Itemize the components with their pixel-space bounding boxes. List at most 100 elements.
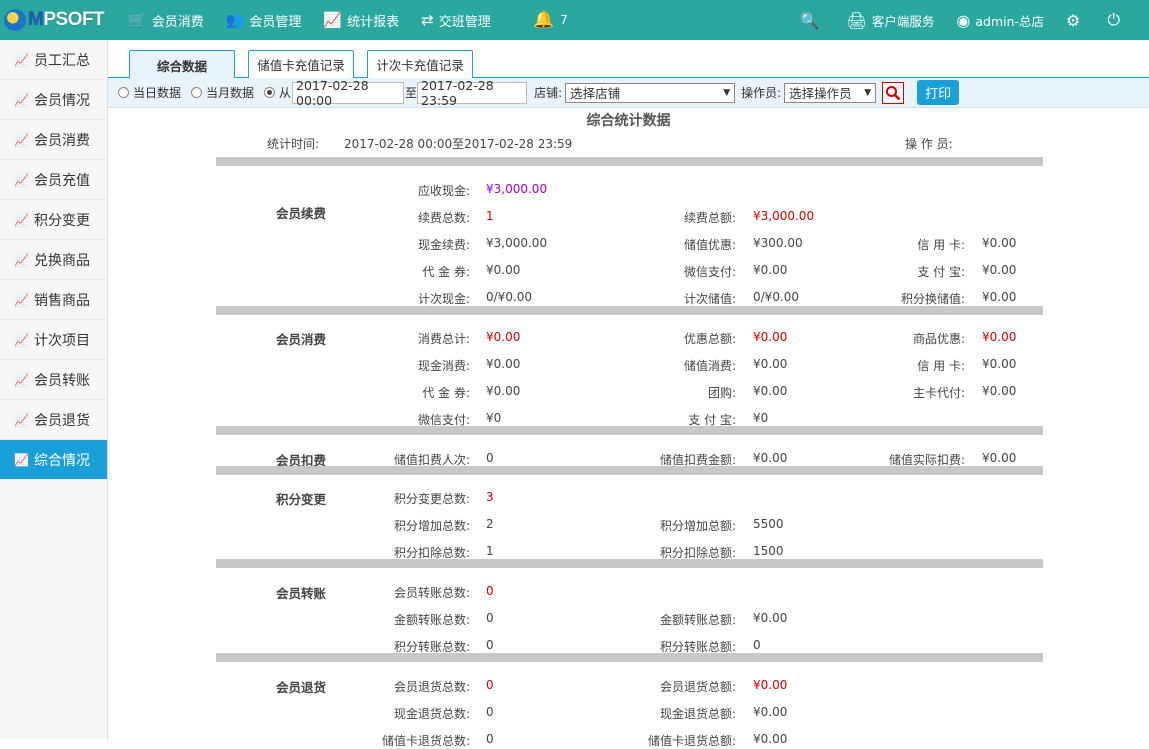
operator-select[interactable]: 选择操作员 ▼ (784, 82, 877, 103)
settings-button[interactable]: ⚙ (1066, 11, 1085, 30)
sidebar-item[interactable]: 📈 计次项目 (0, 320, 107, 360)
bell-icon: 🔔 (533, 10, 555, 30)
sidebar-item[interactable]: 📈 会员退货 (0, 400, 107, 440)
sidebar-item[interactable]: 📈 销售商品 (0, 280, 107, 320)
stat-value: ¥3,000.00 (486, 182, 548, 196)
stat-label: 现金消费: (417, 359, 470, 373)
sidebar-item[interactable]: 📈 兑换商品 (0, 240, 107, 280)
user-menu[interactable]: ◉ admin-总店 (956, 11, 1044, 30)
nav-reports[interactable]: 📈 统计报表 (323, 11, 399, 30)
stat-time-label: 统计时间: (267, 137, 320, 151)
stat-label: 会员退货总数: (393, 680, 470, 694)
section-divider (216, 157, 1043, 166)
stat-value: ¥0.00 (753, 263, 788, 277)
chart-line-icon: 📈 (14, 172, 29, 187)
stat-value: ¥0.00 (982, 290, 1017, 304)
stat-label: 消费总计: (417, 332, 470, 346)
nav-member-consume[interactable]: 🛒 会员消费 (128, 11, 204, 30)
stat-value: ¥0.00 (486, 384, 521, 398)
nav-member-manage[interactable]: 👥 会员管理 (226, 11, 302, 30)
print-button[interactable]: 打印 (917, 80, 960, 105)
stat-label: 积分换储值: (900, 292, 965, 306)
logo-icon (4, 9, 26, 31)
nav-shift[interactable]: ⇄ 交班管理 (421, 11, 491, 30)
radio-dot (191, 87, 203, 98)
stat-label: 储值卡退货总额: (647, 734, 736, 748)
stat-value: ¥3,000.00 (753, 209, 815, 223)
stat-value: ¥0.00 (753, 678, 788, 692)
client-service-link[interactable]: 🖨 客户端服务 (847, 11, 935, 30)
sidebar-item-label: 计次项目 (34, 332, 90, 349)
stat-label: 积分增加总数: (393, 519, 470, 533)
stat-label: 现金退货总额: (659, 707, 736, 721)
tab-count-card-recharge[interactable]: 计次卡充值记录 (367, 50, 473, 78)
sidebar-item[interactable]: 📈 会员充值 (0, 160, 107, 200)
stat-label: 主卡代付: (912, 386, 965, 400)
sidebar-item[interactable]: 📈 员工汇总 (0, 40, 107, 80)
stat-value: 0 (486, 451, 494, 465)
stat-value: ¥0.00 (982, 357, 1017, 371)
stat-label: 储值卡退货总数: (381, 734, 470, 748)
stat-value: ¥0.00 (486, 263, 521, 277)
search-icon (886, 85, 901, 100)
header-tools: 🔍 🖨 客户端服务 ◉ admin-总店 ⚙ ⏻ (800, 0, 1149, 40)
notifications[interactable]: 🔔 7 (533, 0, 568, 40)
chart-line-icon: 📈 (14, 452, 29, 467)
operator-label: 操作员: (741, 86, 782, 100)
user-icon: ◉ (956, 10, 971, 30)
stat-label: 商品优惠: (912, 332, 965, 346)
chart-icon: 📈 (323, 11, 343, 29)
sidebar-item-label: 销售商品 (34, 292, 90, 309)
start-datetime-input[interactable]: 2017-02-28 00:00 (292, 78, 405, 108)
sidebar-item[interactable]: 📈 综合情况 (0, 440, 107, 480)
store-select[interactable]: 选择店铺 ▼ (565, 82, 736, 103)
stat-value: ¥0.00 (753, 330, 788, 344)
stat-value: 5500 (753, 517, 784, 531)
radio-today[interactable]: 当日数据 (118, 84, 181, 101)
stat-value: ¥0 (486, 411, 502, 425)
search-icon: 🔍 (799, 10, 820, 30)
search-button[interactable]: 🔍 (800, 11, 825, 30)
notification-count: 7 (560, 13, 568, 27)
stat-label: 储值消费: (683, 359, 736, 373)
stat-label: 计次现金: (417, 292, 470, 306)
section-divider (216, 306, 1043, 315)
stat-value: ¥0.00 (753, 611, 788, 625)
sidebar-item[interactable]: 📈 会员转账 (0, 360, 107, 400)
stat-value: ¥0 (753, 411, 769, 425)
stat-label: 金额转账总数: (393, 613, 470, 627)
end-datetime-input[interactable]: 2017-02-28 23:59 (417, 78, 528, 108)
stat-label: 积分变更总数: (393, 492, 470, 506)
main-content: 综合数据 储值卡充值记录 计次卡充值记录 当日数据 当月数据 从 2017-02… (108, 40, 1149, 748)
stat-label: 积分增加总额: (659, 519, 736, 533)
brand-logo[interactable]: MPSOFT (4, 7, 105, 33)
top-bar: MPSOFT 🛒 会员消费 👥 会员管理 📈 统计报表 ⇄ 交班管理 🔔 7 🔍 🖨 客户端… (0, 0, 1149, 40)
chevron-down-icon: ▼ (723, 87, 731, 98)
sidebar: 📈 员工汇总 📈 会员情况 📈 会员消费 📈 会员充值 📈 积分变更 📈 兑换商品 📈 销售商品 📈 计次项目… (0, 40, 108, 739)
stat-value: 0 (486, 638, 494, 652)
stat-value: ¥0.00 (753, 451, 788, 465)
logout-button[interactable]: ⏻ (1107, 10, 1125, 30)
stat-value: 0 (486, 732, 494, 746)
stat-label: 信 用 卡: (917, 238, 965, 252)
sidebar-item[interactable]: 📈 会员情况 (0, 80, 107, 120)
radio-month[interactable]: 当月数据 (191, 84, 254, 101)
sidebar-item[interactable]: 📈 积分变更 (0, 200, 107, 240)
chart-line-icon: 📈 (14, 412, 29, 427)
stat-label: 现金退货总数: (393, 707, 470, 721)
stat-label: 续费总数: (417, 211, 470, 225)
sidebar-item[interactable]: 📈 会员消费 (0, 120, 107, 160)
query-button[interactable] (882, 81, 905, 104)
radio-range[interactable]: 从 (264, 84, 291, 101)
stat-value: ¥0.00 (982, 330, 1017, 344)
stat-value: ¥0.00 (753, 384, 788, 398)
stat-value: 2 (486, 517, 494, 531)
tab-stored-card-recharge[interactable]: 储值卡充值记录 (248, 50, 354, 78)
stat-label: 现金续费: (417, 238, 470, 252)
brand-name: MPSOFT (28, 9, 105, 30)
stat-label: 计次储值: (683, 292, 736, 306)
chart-line-icon: 📈 (14, 252, 29, 267)
report-title: 综合统计数据 (586, 113, 671, 129)
stat-value: 0 (486, 705, 494, 719)
tab-summary[interactable]: 综合数据 (129, 50, 235, 79)
